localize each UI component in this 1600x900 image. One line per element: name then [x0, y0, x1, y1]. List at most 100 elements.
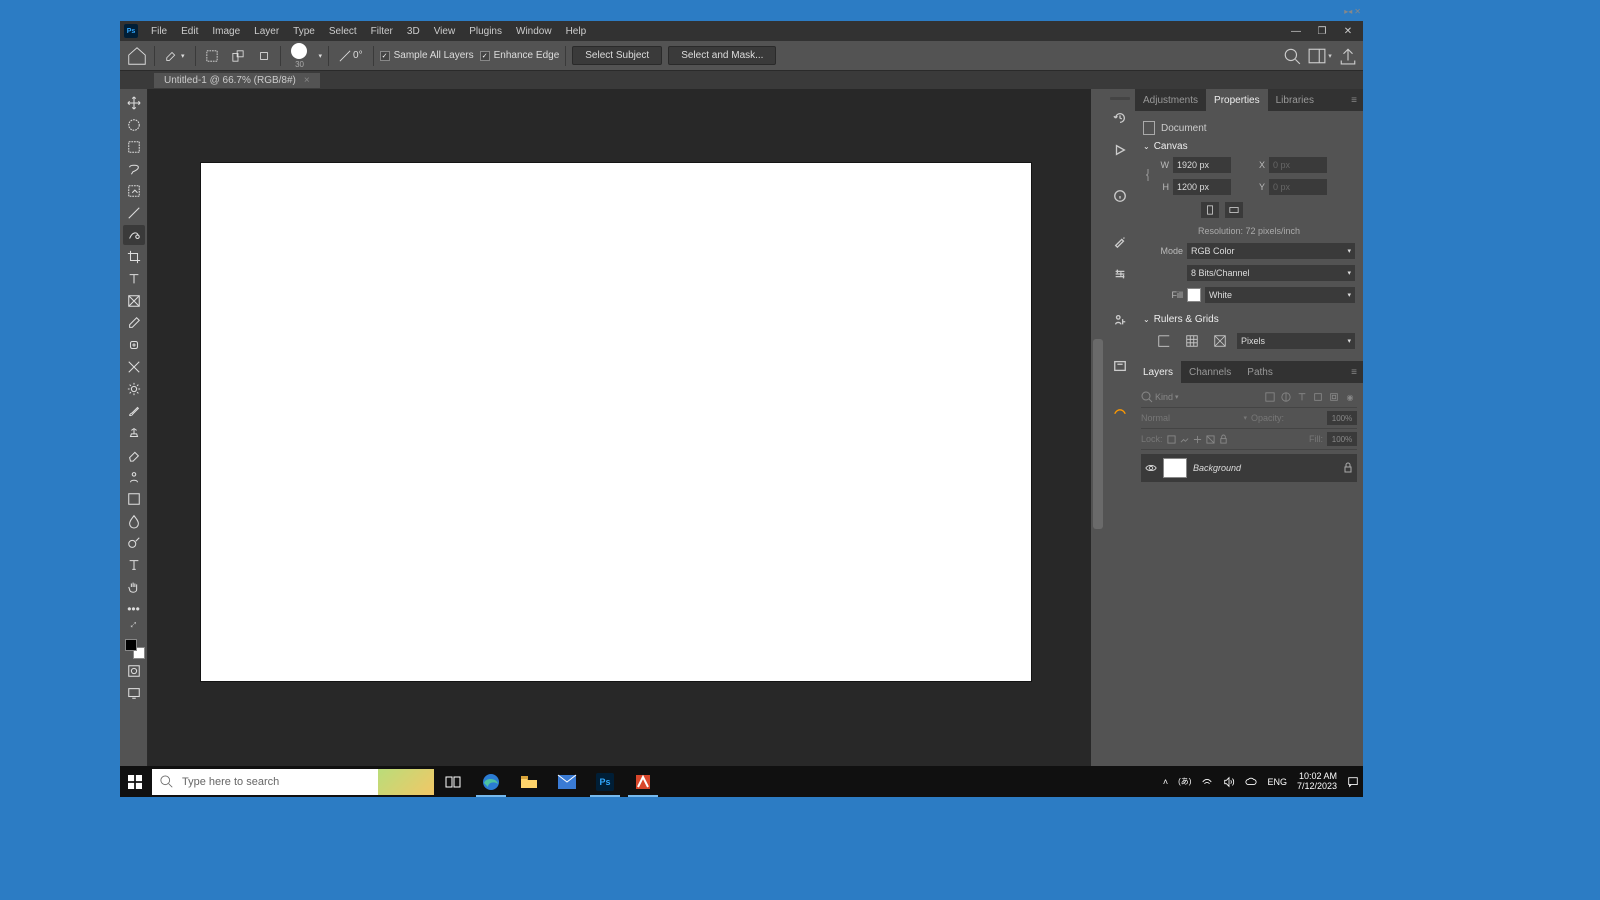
volume-icon[interactable] [1223, 776, 1235, 788]
search-icon[interactable] [1283, 47, 1301, 65]
fill-swatch[interactable] [1187, 288, 1201, 302]
paragraph-panel-icon[interactable] [1110, 356, 1130, 376]
lock-all-icon[interactable] [1219, 435, 1228, 444]
panel-collapse-close[interactable]: ▸◂✕ [1344, 7, 1361, 16]
gradient-tool[interactable] [123, 489, 145, 509]
menu-layer[interactable]: Layer [247, 23, 286, 40]
brush-tool[interactable] [123, 401, 145, 421]
paths-tab[interactable]: Paths [1239, 361, 1281, 383]
tray-input-icon[interactable]: (あ) [1178, 776, 1191, 787]
color-swatches[interactable] [123, 637, 145, 659]
gear-tool[interactable] [123, 379, 145, 399]
close-tab-icon[interactable]: × [304, 75, 310, 86]
filter-smart-icon[interactable] [1327, 390, 1341, 404]
crop-tool[interactable] [123, 247, 145, 267]
properties-tab[interactable]: Properties [1206, 89, 1268, 111]
menu-select[interactable]: Select [322, 23, 364, 40]
close-button[interactable]: ✕ [1337, 24, 1359, 38]
filter-toggle-icon[interactable]: ◉ [1343, 390, 1357, 404]
layers-panel-menu-icon[interactable]: ≡ [1345, 361, 1363, 383]
brush-angle[interactable]: 0° [335, 48, 367, 64]
mail-taskbar-icon[interactable] [548, 766, 586, 797]
minimize-button[interactable]: — [1285, 24, 1307, 38]
grid-icon[interactable] [1181, 331, 1203, 351]
sample-all-layers-checkbox[interactable]: ✓Sample All Layers [380, 50, 474, 61]
menu-3d[interactable]: 3D [400, 23, 427, 40]
brush-settings-panel-icon[interactable] [1110, 232, 1130, 252]
eraser-tool[interactable] [123, 445, 145, 465]
onedrive-icon[interactable] [1245, 776, 1257, 788]
channels-tab[interactable]: Channels [1181, 361, 1239, 383]
screen-mode-tool[interactable] [123, 683, 145, 703]
rulers-icon[interactable] [1153, 331, 1175, 351]
actions-panel-icon[interactable] [1110, 140, 1130, 160]
subtract-selection-button[interactable] [254, 48, 274, 64]
visibility-eye-icon[interactable] [1145, 462, 1157, 474]
lock-image-icon[interactable] [1180, 435, 1189, 444]
more-tools[interactable]: ••• [123, 599, 145, 619]
filter-pixel-icon[interactable] [1263, 390, 1277, 404]
fill-select[interactable]: White▾ [1205, 287, 1355, 303]
landscape-orientation-button[interactable] [1225, 202, 1243, 218]
clone-stamp-tool[interactable] [123, 423, 145, 443]
y-input[interactable] [1269, 179, 1327, 195]
file-explorer-taskbar-icon[interactable] [510, 766, 548, 797]
filter-shape-icon[interactable] [1311, 390, 1325, 404]
dodge-tool[interactable] [123, 533, 145, 553]
lock-artboard-icon[interactable] [1206, 435, 1215, 444]
quick-mask-tool[interactable] [123, 661, 145, 681]
marquee-rect-tool[interactable] [123, 137, 145, 157]
layer-name[interactable]: Background [1193, 463, 1241, 473]
taskbar-search[interactable]: Type here to search [152, 769, 378, 795]
select-subject-button[interactable]: Select Subject [572, 46, 662, 65]
filter-adjustment-icon[interactable] [1279, 390, 1293, 404]
edge-taskbar-icon[interactable] [472, 766, 510, 797]
type-tool-alt[interactable] [123, 269, 145, 289]
ruler-units-select[interactable]: Pixels▾ [1237, 333, 1355, 349]
eyedropper-tool[interactable] [123, 313, 145, 333]
quick-selection-tool[interactable] [123, 225, 145, 245]
select-and-mask-button[interactable]: Select and Mask... [668, 46, 776, 65]
blur-tool[interactable] [123, 511, 145, 531]
enhance-edge-checkbox[interactable]: ✓Enhance Edge [480, 50, 560, 61]
guides-icon[interactable] [1209, 331, 1231, 351]
task-view-icon[interactable] [434, 766, 472, 797]
add-selection-button[interactable] [228, 48, 248, 64]
height-input[interactable] [1173, 179, 1231, 195]
x-input[interactable] [1269, 157, 1327, 173]
menu-filter[interactable]: Filter [364, 23, 400, 40]
start-button[interactable] [120, 766, 150, 797]
tray-chevron-icon[interactable]: ˄ [1163, 777, 1168, 787]
adjustments-tab[interactable]: Adjustments [1135, 89, 1206, 111]
type-tool[interactable] [123, 555, 145, 575]
layer-row-background[interactable]: Background [1141, 454, 1357, 482]
vertical-scrollbar[interactable] [1091, 89, 1105, 783]
tool-preset-picker[interactable]: ▾ [161, 47, 189, 65]
spot-healing-tool[interactable] [123, 335, 145, 355]
photoshop-taskbar-icon[interactable]: Ps [586, 766, 624, 797]
strip-handle[interactable] [1110, 97, 1130, 100]
layer-fill-input[interactable]: 100% [1327, 432, 1357, 446]
foreground-color[interactable] [125, 639, 137, 651]
gradients-panel-icon[interactable] [1110, 402, 1130, 422]
libraries-tab[interactable]: Libraries [1268, 89, 1322, 111]
filter-type-icon[interactable] [1295, 390, 1309, 404]
person-tool[interactable] [123, 467, 145, 487]
brush-size-picker[interactable]: 30 [287, 41, 313, 71]
line-tool[interactable] [123, 203, 145, 223]
menu-window[interactable]: Window [509, 23, 559, 40]
swap-colors-icon[interactable]: ⤢ [124, 621, 144, 631]
frame-tool[interactable] [123, 291, 145, 311]
share-icon[interactable] [1339, 47, 1357, 65]
language-indicator[interactable]: ENG [1267, 777, 1287, 787]
menu-edit[interactable]: Edit [174, 23, 205, 40]
hand-tool[interactable] [123, 577, 145, 597]
menu-help[interactable]: Help [559, 23, 594, 40]
lock-position-icon[interactable] [1193, 435, 1202, 444]
kind-filter[interactable]: Kind [1155, 392, 1173, 402]
move-tool[interactable] [123, 93, 145, 113]
link-wh-icon[interactable] [1143, 168, 1153, 186]
marquee-ellipse-tool[interactable] [123, 115, 145, 135]
panel-menu-icon[interactable]: ≡ [1345, 89, 1363, 111]
notifications-icon[interactable] [1347, 776, 1359, 788]
